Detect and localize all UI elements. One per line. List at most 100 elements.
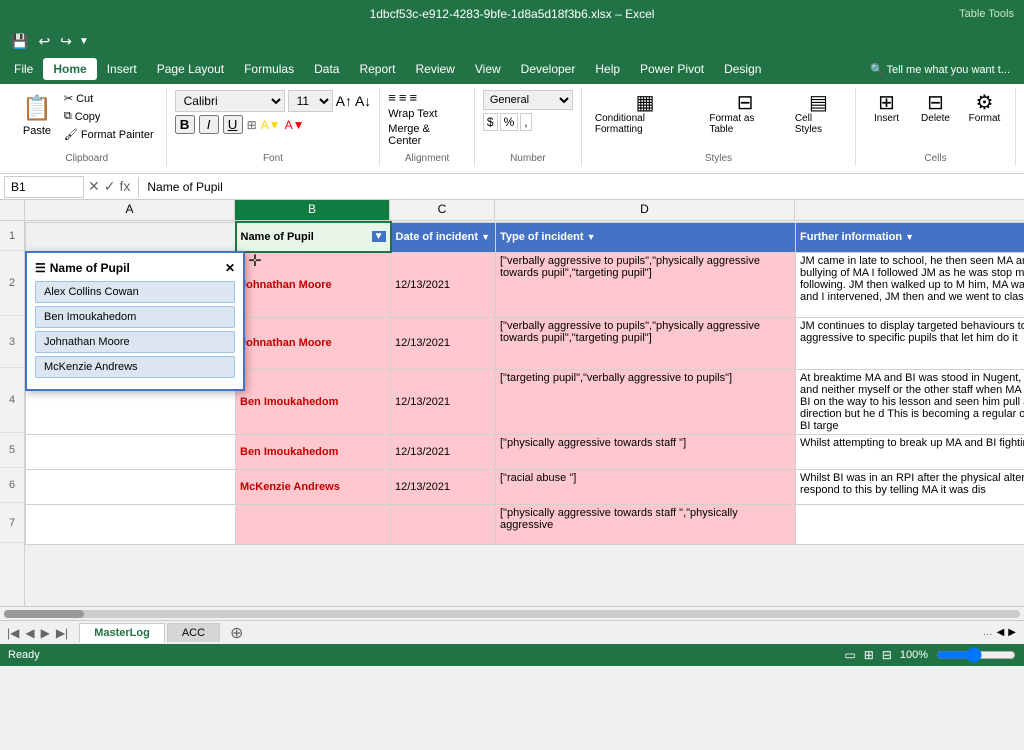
insert-function-icon[interactable]: fx (119, 178, 130, 195)
save-button[interactable]: 💾 (8, 31, 31, 52)
filter-dropdown-date[interactable]: ▼ (481, 232, 490, 242)
cell-d6[interactable]: ["racial abuse "] (496, 469, 796, 504)
number-format-select[interactable]: General (483, 90, 573, 110)
increase-font-button[interactable]: A↑ (336, 93, 352, 109)
cut-button[interactable]: ✂ Cut (60, 90, 158, 107)
page-layout-view-button[interactable]: ⊞ (864, 648, 874, 662)
filter-item-ben[interactable]: Ben Imoukahedom (35, 306, 235, 328)
tell-me-input[interactable]: 🔍 Tell me what you want t... (860, 59, 1020, 80)
currency-button[interactable]: $ (483, 113, 498, 131)
sheet-scroll-left[interactable]: ◀ (997, 627, 1005, 638)
cell-e1[interactable]: Further information ▼ (796, 222, 1024, 252)
col-header-a[interactable]: A (25, 200, 235, 220)
filter-dropdown-type[interactable]: ▼ (587, 232, 596, 242)
zoom-slider[interactable] (936, 647, 1016, 663)
menu-page-layout[interactable]: Page Layout (147, 58, 234, 80)
filter-dropdown-name[interactable]: ▼ (372, 231, 386, 242)
cell-b5[interactable]: Ben Imoukahedom (236, 434, 391, 469)
cell-e4[interactable]: At breaktime MA and BI was stood in Nuge… (796, 369, 1024, 434)
paste-button[interactable]: 📋 Paste (16, 90, 58, 141)
cell-c5[interactable]: 12/13/2021 (391, 434, 496, 469)
format-painter-button[interactable]: 🖌 Format Painter (60, 126, 158, 143)
first-sheet-button[interactable]: |◀ (4, 626, 22, 640)
cell-reference-box[interactable] (4, 176, 84, 198)
quick-access-dropdown[interactable]: ▼ (79, 36, 89, 47)
horizontal-scrollbar[interactable] (0, 606, 1024, 620)
decrease-font-button[interactable]: A↓ (355, 93, 371, 109)
delete-cells-button[interactable]: ⊟ Delete (913, 90, 958, 127)
align-right-button[interactable]: ≡ (409, 90, 417, 105)
page-break-view-button[interactable]: ⊟ (882, 648, 892, 662)
wrap-text-button[interactable]: Wrap Text (388, 108, 437, 120)
last-sheet-button[interactable]: ▶| (53, 626, 71, 640)
format-as-table-button[interactable]: ⊟ Format as Table (704, 90, 785, 138)
redo-button[interactable]: ↪ (57, 31, 75, 52)
cell-c3[interactable]: 12/13/2021 (391, 317, 496, 369)
cell-b1-selected[interactable]: Name of Pupil ▼ (236, 222, 391, 252)
cell-a1[interactable] (26, 222, 236, 252)
percent-button[interactable]: % (500, 113, 519, 131)
sheet-tab-masterlog[interactable]: MasterLog (79, 623, 165, 643)
cell-d3[interactable]: ["verbally aggressive to pupils","physic… (496, 317, 796, 369)
sheet-tab-acc[interactable]: ACC (167, 623, 220, 642)
menu-developer[interactable]: Developer (511, 58, 586, 80)
confirm-formula-icon[interactable]: ✓ (104, 178, 116, 195)
cell-b7[interactable] (236, 504, 391, 544)
align-center-button[interactable]: ≡ (399, 90, 407, 105)
conditional-formatting-button[interactable]: ▦ Conditional Formatting (590, 90, 701, 138)
cell-a6[interactable] (26, 469, 236, 504)
cell-c4[interactable]: 12/13/2021 (391, 369, 496, 434)
cell-b4[interactable]: Ben Imoukahedom (236, 369, 391, 434)
next-sheet-button[interactable]: ▶ (38, 626, 53, 640)
underline-button[interactable]: U (223, 115, 243, 134)
filter-item-mckenzie[interactable]: McKenzie Andrews (35, 356, 235, 378)
add-sheet-button[interactable]: ⊕ (222, 621, 251, 645)
col-header-d[interactable]: D (495, 200, 795, 220)
cell-d4[interactable]: ["targeting pupil","verbally aggressive … (496, 369, 796, 434)
align-left-button[interactable]: ≡ (388, 90, 396, 105)
font-size-select[interactable]: 11 (288, 90, 333, 112)
merge-center-button[interactable]: Merge & Center (388, 123, 466, 147)
cell-e7[interactable] (796, 504, 1024, 544)
cell-d7[interactable]: ["physically aggressive towards staff ",… (496, 504, 796, 544)
italic-button[interactable]: I (199, 115, 219, 134)
scroll-thumb[interactable] (4, 610, 84, 618)
menu-review[interactable]: Review (406, 58, 465, 80)
cell-d5[interactable]: ["physically aggressive towards staff "] (496, 434, 796, 469)
normal-view-button[interactable]: ▭ (844, 648, 855, 662)
filter-close-icon[interactable]: ✕ (225, 261, 235, 275)
cell-a7[interactable] (26, 504, 236, 544)
cell-e6[interactable]: Whilst BI was in an RPI after the physic… (796, 469, 1024, 504)
cell-e3[interactable]: JM continues to display targeted behavio… (796, 317, 1024, 369)
menu-design[interactable]: Design (714, 58, 771, 80)
font-color-button[interactable]: A▼ (285, 118, 305, 132)
col-header-c[interactable]: C (390, 200, 495, 220)
prev-sheet-button[interactable]: ◀ (22, 626, 37, 640)
border-button[interactable]: ⊞ (247, 118, 257, 132)
cell-b2[interactable]: Johnathan Moore (236, 252, 391, 317)
cell-c7[interactable] (391, 504, 496, 544)
menu-file[interactable]: File (4, 58, 43, 80)
insert-cells-button[interactable]: ⊞ Insert (864, 90, 909, 127)
format-cells-button[interactable]: ⚙ Format (962, 90, 1007, 127)
menu-report[interactable]: Report (349, 58, 405, 80)
comma-button[interactable]: , (520, 113, 531, 131)
menu-power-pivot[interactable]: Power Pivot (630, 58, 714, 80)
bold-button[interactable]: B (175, 115, 195, 134)
cell-b6[interactable]: McKenzie Andrews (236, 469, 391, 504)
cell-e2[interactable]: JM came in late to school, he then seen … (796, 252, 1024, 317)
font-name-select[interactable]: Calibri (175, 90, 285, 112)
cell-a5[interactable] (26, 434, 236, 469)
menu-help[interactable]: Help (585, 58, 630, 80)
menu-insert[interactable]: Insert (97, 58, 147, 80)
grid-scroll-area[interactable]: Name of Pupil ▼ Date of incident ▼ Type … (25, 221, 1024, 606)
fill-color-button[interactable]: A▼ (261, 118, 281, 132)
cell-c6[interactable]: 12/13/2021 (391, 469, 496, 504)
cell-d1[interactable]: Type of incident ▼ (496, 222, 796, 252)
cell-d2[interactable]: ["verbally aggressive to pupils","physic… (496, 252, 796, 317)
cell-b3[interactable]: Johnathan Moore (236, 317, 391, 369)
cell-e5[interactable]: Whilst attempting to break up MA and BI … (796, 434, 1024, 469)
cell-c1[interactable]: Date of incident ▼ (391, 222, 496, 252)
cell-c2[interactable]: 12/13/2021 (391, 252, 496, 317)
menu-data[interactable]: Data (304, 58, 349, 80)
